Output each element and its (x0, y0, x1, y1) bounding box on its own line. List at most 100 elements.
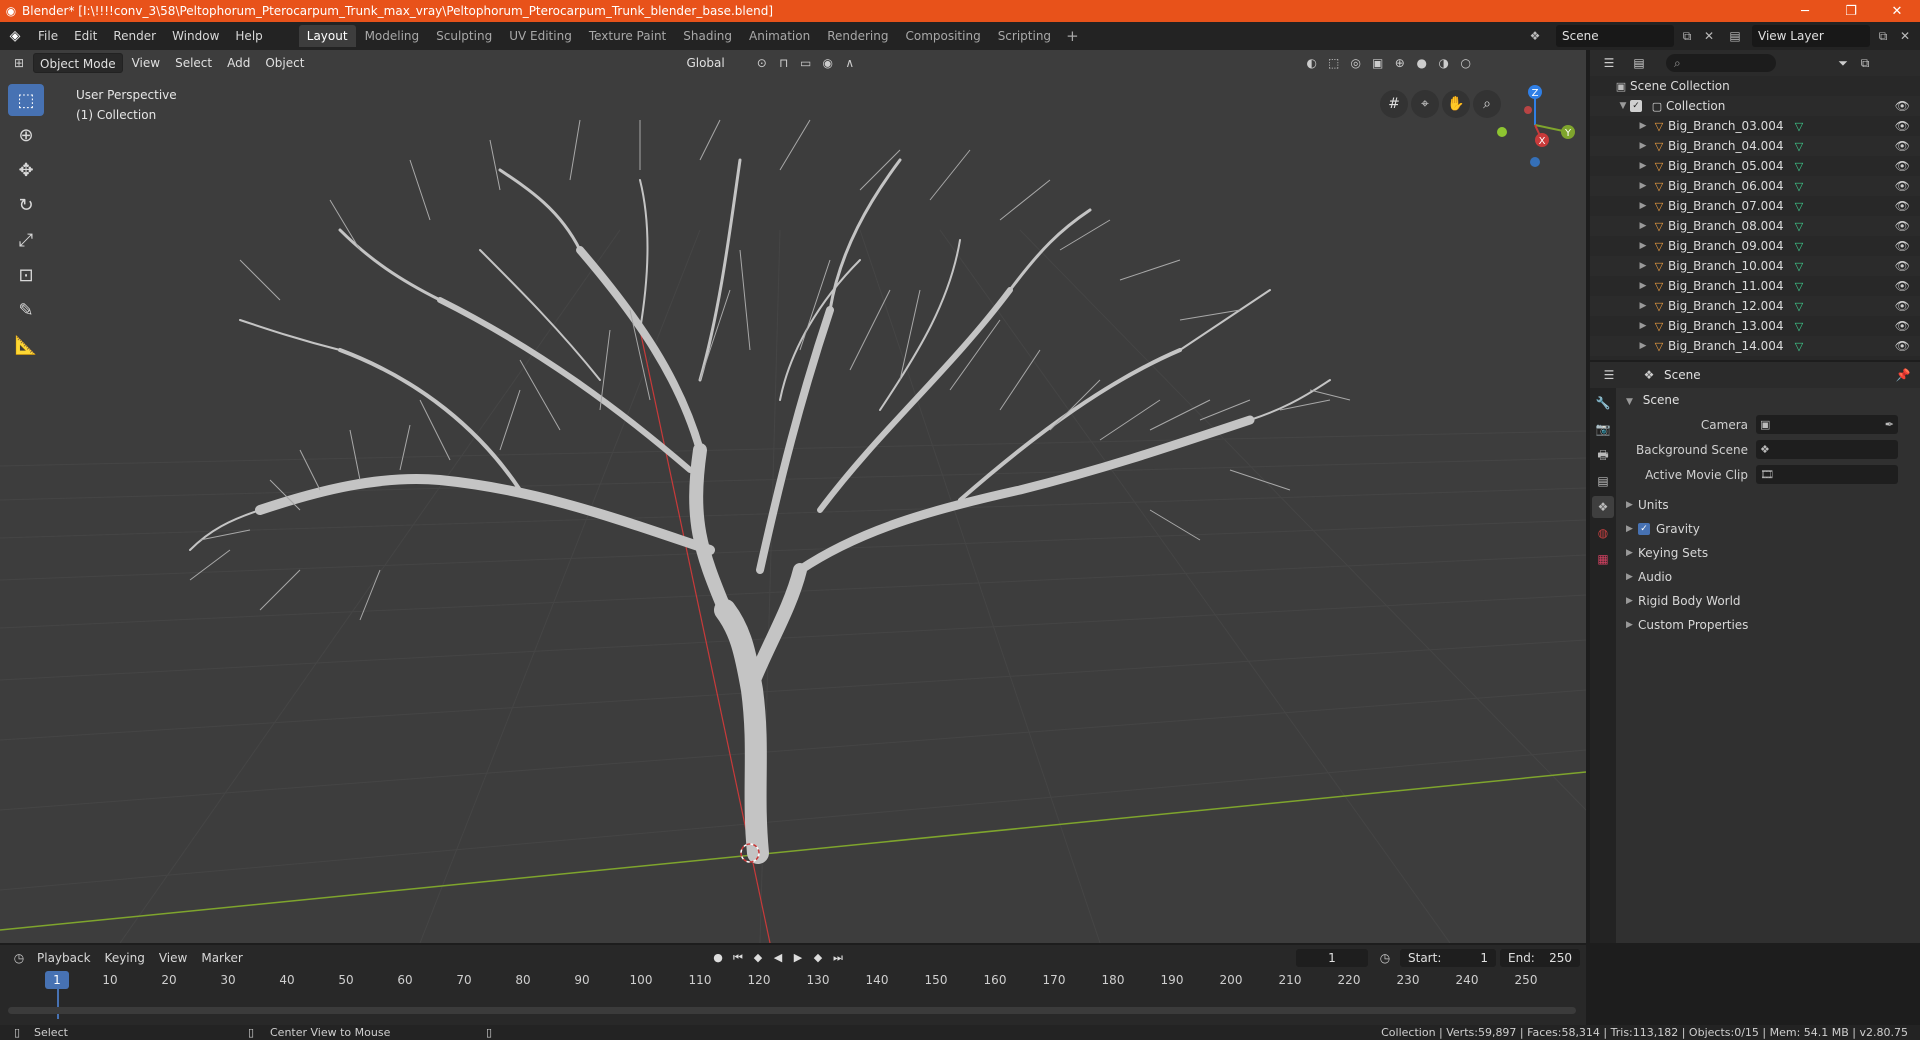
visibility-eye-icon[interactable]: 👁 (1895, 239, 1910, 253)
keying-menu[interactable]: Keying (98, 951, 152, 965)
scene-icon[interactable]: ❖ (1524, 25, 1546, 47)
custom-properties-panel[interactable]: ▶ Custom Properties (1618, 613, 1918, 637)
visibility-eye-icon[interactable]: 👁 (1895, 199, 1910, 213)
visibility-eye-icon[interactable]: 👁 (1895, 99, 1910, 113)
close-button[interactable]: ✕ (1874, 4, 1920, 19)
new-view-layer-icon[interactable]: ⧉ (1872, 25, 1894, 47)
measure-tool-icon[interactable]: 📐 (8, 329, 44, 361)
visibility-eye-icon[interactable]: 👁 (1895, 179, 1910, 193)
frame-ruler[interactable]: 1 10 20 30 40 50 60 70 80 90 100 110 120… (0, 971, 1586, 993)
world-tab-icon[interactable]: ◍ (1592, 522, 1614, 544)
list-item[interactable]: ▶ ▽ Big_Branch_08.004 ▽ 👁 (1590, 216, 1920, 236)
list-item[interactable]: ▶ ▽ Big_Branch_09.004 ▽ 👁 (1590, 236, 1920, 256)
tab-shading[interactable]: Shading (675, 25, 740, 47)
tab-compositing[interactable]: Compositing (897, 25, 988, 47)
visibility-eye-icon[interactable]: 👁 (1895, 319, 1910, 333)
display-mode-icon[interactable]: ▤ (1628, 53, 1650, 73)
output-tab-icon[interactable]: 🖶 (1592, 444, 1614, 466)
menu-select[interactable]: Select (169, 53, 218, 73)
pan-hand-icon[interactable]: ✋ (1442, 90, 1470, 118)
visibility-eye-icon[interactable]: 👁 (1895, 279, 1910, 293)
list-item[interactable]: ▶ ▽ Big_Branch_07.004 ▽ 👁 (1590, 196, 1920, 216)
visibility-icon[interactable]: ◐ (1301, 53, 1323, 73)
navigation-gizmo[interactable]: Z Y X (1490, 80, 1580, 170)
scene-collection-row[interactable]: ▣ Scene Collection (1590, 76, 1920, 96)
mesh-data-icon[interactable]: ▽ (1790, 340, 1808, 353)
camera-field[interactable]: ▣ ✒ (1756, 415, 1898, 434)
outliner-search-input[interactable]: ⌕ (1666, 54, 1776, 72)
playhead-line[interactable] (57, 989, 59, 1019)
visibility-eye-icon[interactable]: 👁 (1895, 259, 1910, 273)
record-icon[interactable]: ● (708, 949, 728, 967)
menu-object[interactable]: Object (259, 53, 310, 73)
audio-panel[interactable]: ▶ Audio (1618, 565, 1918, 589)
tab-animation[interactable]: Animation (741, 25, 818, 47)
background-scene-field[interactable]: ❖ (1756, 440, 1898, 459)
new-collection-icon[interactable]: ⧉ (1854, 53, 1876, 73)
expand-arrow-icon[interactable]: ▶ (1636, 221, 1650, 231)
visibility-eye-icon[interactable]: 👁 (1895, 299, 1910, 313)
minimize-button[interactable]: ─ (1782, 4, 1828, 19)
visibility-eye-icon[interactable]: 👁 (1895, 339, 1910, 353)
list-item[interactable]: ▶ ▽ Big_Branch_12.004 ▽ 👁 (1590, 296, 1920, 316)
outliner-editor-icon[interactable]: ☰ (1598, 53, 1620, 73)
keying-sets-panel[interactable]: ▶ Keying Sets (1618, 541, 1918, 565)
start-frame-field[interactable]: Start: 1 (1400, 949, 1496, 967)
scene-panel-header[interactable]: ▼ Scene (1618, 388, 1918, 412)
overlay-toggle-icon[interactable]: ◎ (1345, 53, 1367, 73)
expand-arrow-icon[interactable]: ▶ (1636, 301, 1650, 311)
mesh-data-icon[interactable]: ▽ (1790, 240, 1808, 253)
play-icon[interactable]: ▶ (788, 949, 808, 967)
expand-arrow-icon[interactable]: ▶ (1636, 241, 1650, 251)
end-frame-field[interactable]: End: 250 (1500, 949, 1580, 967)
mesh-data-icon[interactable]: ▽ (1790, 140, 1808, 153)
eyedropper-icon[interactable]: ✒ (1885, 415, 1894, 434)
mesh-data-icon[interactable]: ▽ (1790, 200, 1808, 213)
preview-range-icon[interactable]: ◷ (1374, 948, 1396, 968)
rigid-body-world-panel[interactable]: ▶ Rigid Body World (1618, 589, 1918, 613)
editor-type-icon[interactable]: ⊞ (8, 53, 30, 73)
list-item[interactable]: ▶ ▽ Big_Branch_06.004 ▽ 👁 (1590, 176, 1920, 196)
visibility-eye-icon[interactable]: 👁 (1895, 139, 1910, 153)
new-scene-icon[interactable]: ⧉ (1676, 25, 1698, 47)
scale-tool-icon[interactable]: ⤢ (8, 224, 44, 256)
mesh-data-icon[interactable]: ▽ (1790, 180, 1808, 193)
list-item[interactable]: ▶ ▽ Big_Branch_11.004 ▽ 👁 (1590, 276, 1920, 296)
mesh-data-icon[interactable]: ▽ (1790, 320, 1808, 333)
mesh-data-icon[interactable]: ▽ (1790, 260, 1808, 273)
filter-icon[interactable]: ⏷ (1832, 53, 1854, 73)
mesh-data-icon[interactable]: ▽ (1790, 160, 1808, 173)
tab-texture-paint[interactable]: Texture Paint (581, 25, 674, 47)
cursor-tool-icon[interactable]: ⊕ (8, 119, 44, 151)
collection-row[interactable]: ▼ ✓ ▢ Collection 👁 (1590, 96, 1920, 116)
expand-arrow-icon[interactable]: ▶ (1636, 261, 1650, 271)
add-workspace-button[interactable]: + (1060, 27, 1085, 45)
shading-material-icon[interactable]: ◑ (1433, 53, 1455, 73)
next-keyframe-icon[interactable]: ◆ (808, 949, 828, 967)
playback-menu[interactable]: Playback (30, 951, 98, 965)
texture-tab-icon[interactable]: ▦ (1592, 548, 1614, 570)
active-movie-clip-field[interactable]: 🎞 (1756, 465, 1898, 484)
tab-modeling[interactable]: Modeling (357, 25, 428, 47)
select-box-tool-icon[interactable]: ⬚ (8, 84, 44, 116)
view-layer-icon[interactable]: ▤ (1724, 25, 1746, 47)
menu-add[interactable]: Add (221, 53, 256, 73)
blender-menu-icon[interactable]: ◈ (0, 28, 30, 44)
menu-edit[interactable]: Edit (66, 25, 105, 47)
prev-keyframe-icon[interactable]: ◆ (748, 949, 768, 967)
3d-viewport[interactable]: ⊞ Object Mode View Select Add Object Glo… (0, 50, 1586, 943)
properties-editor-icon[interactable]: ☰ (1598, 365, 1620, 385)
shading-wireframe-icon[interactable]: ⊕ (1389, 53, 1411, 73)
expand-arrow-icon[interactable]: ▶ (1636, 201, 1650, 211)
tab-scripting[interactable]: Scripting (990, 25, 1059, 47)
transform-orientation-dropdown[interactable]: Global (680, 53, 730, 73)
collection-checkbox[interactable]: ✓ (1630, 100, 1642, 112)
snap-icon[interactable]: ⊓ (773, 53, 795, 73)
scene-tab-icon[interactable]: ❖ (1592, 496, 1614, 518)
list-item[interactable]: ▶ ▽ Big_Branch_05.004 ▽ 👁 (1590, 156, 1920, 176)
transform-tool-icon[interactable]: ⊡ (8, 259, 44, 291)
tool-tab-icon[interactable]: 🔧 (1592, 392, 1614, 414)
mesh-data-icon[interactable]: ▽ (1790, 280, 1808, 293)
tab-rendering[interactable]: Rendering (819, 25, 896, 47)
move-tool-icon[interactable]: ✥ (8, 154, 44, 186)
